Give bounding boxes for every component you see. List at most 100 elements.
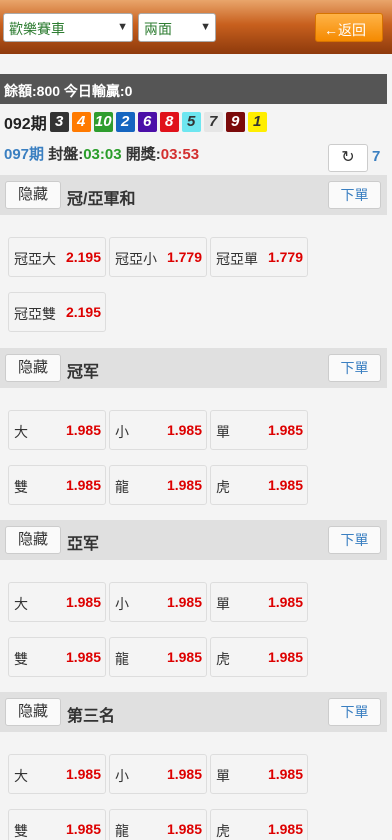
hide-button[interactable]: 隐藏: [5, 698, 61, 726]
order-button[interactable]: 下單: [328, 354, 381, 382]
bet-option-odds: 1.985: [166, 477, 202, 493]
section-title: 第三名: [67, 708, 116, 725]
bet-option-odds: 1.985: [65, 821, 101, 837]
section-title: 冠/亞軍和: [67, 191, 136, 208]
bet-option-odds: 1.779: [166, 249, 202, 265]
draw-ball: 7: [203, 112, 223, 132]
section-title: 冠军: [67, 364, 100, 381]
refresh-countdown: 7: [372, 148, 381, 165]
current-period: 097期: [4, 146, 45, 163]
hide-button[interactable]: 隐藏: [5, 354, 61, 382]
draw-ball: 3: [49, 112, 69, 132]
close-time: 03:03: [83, 146, 122, 163]
mode-select-value: 兩面: [144, 21, 172, 37]
bet-option-odds: 1.985: [65, 594, 101, 610]
bet-option-label: 小: [115, 596, 129, 612]
bet-option-label: 冠亞大: [14, 251, 56, 267]
balance-bar: 餘額:800 今日輸贏:0: [0, 74, 387, 104]
bet-option[interactable]: 雙 1.985: [8, 465, 106, 505]
mode-select[interactable]: 兩面 ▼: [138, 13, 216, 42]
bet-option-label: 雙: [14, 823, 28, 839]
bet-option-label: 虎: [216, 823, 230, 839]
bet-option-odds: 1.985: [267, 422, 303, 438]
bet-option-label: 小: [115, 424, 129, 440]
bet-option-odds: 1.985: [166, 821, 202, 837]
bet-option[interactable]: 小 1.985: [109, 582, 207, 622]
bet-option-odds: 1.985: [166, 766, 202, 782]
bet-option-label: 單: [216, 424, 230, 440]
order-button[interactable]: 下單: [328, 698, 381, 726]
section-header: 隐藏 冠/亞軍和 下單: [0, 175, 387, 215]
bet-option[interactable]: 冠亞單 1.779: [210, 237, 308, 277]
bet-option[interactable]: 小 1.985: [109, 754, 207, 794]
bet-option[interactable]: 大 1.985: [8, 582, 106, 622]
bet-option[interactable]: 虎 1.985: [210, 809, 308, 840]
bet-option-odds: 2.195: [65, 249, 101, 265]
draw-ball: 6: [137, 112, 157, 132]
bet-option[interactable]: 龍 1.985: [109, 465, 207, 505]
bet-option[interactable]: 小 1.985: [109, 410, 207, 450]
bet-option[interactable]: 虎 1.985: [210, 465, 308, 505]
bet-option-odds: 1.985: [166, 649, 202, 665]
bet-option[interactable]: 單 1.985: [210, 754, 308, 794]
bet-option-odds: 1.985: [65, 766, 101, 782]
draw-ball: 9: [225, 112, 245, 132]
bet-option-label: 大: [14, 768, 28, 784]
chevron-down-icon: ▼: [117, 21, 128, 33]
hide-button[interactable]: 隐藏: [5, 181, 61, 209]
bet-option[interactable]: 雙 1.985: [8, 809, 106, 840]
open-label: 開獎:: [125, 146, 161, 163]
bet-option-odds: 1.985: [166, 422, 202, 438]
game-select[interactable]: 歡樂賽車 ▼: [3, 13, 133, 42]
current-period-info: 097期 封盤:03:03 開獎:03:53: [4, 143, 199, 164]
bet-option-label: 雙: [14, 651, 28, 667]
refresh-icon: ↻: [341, 149, 355, 166]
bet-option-label: 龍: [115, 479, 129, 495]
bet-option[interactable]: 大 1.985: [8, 754, 106, 794]
top-bar: 歡樂賽車 ▼ 兩面 ▼ ←返回: [0, 0, 392, 54]
bet-option-label: 大: [14, 424, 28, 440]
bet-option[interactable]: 龍 1.985: [109, 809, 207, 840]
section-title: 亞军: [67, 536, 100, 553]
order-button[interactable]: 下單: [328, 181, 381, 209]
bet-option-label: 虎: [216, 651, 230, 667]
open-time: 03:53: [160, 146, 200, 163]
hide-button[interactable]: 隐藏: [5, 526, 61, 554]
bet-option[interactable]: 大 1.985: [8, 410, 106, 450]
draw-ball: 4: [71, 112, 91, 132]
bet-option-label: 冠亞小: [115, 251, 157, 267]
draw-ball: 8: [159, 112, 179, 132]
bet-option[interactable]: 虎 1.985: [210, 637, 308, 677]
bet-option[interactable]: 冠亞雙 2.195: [8, 292, 106, 332]
bet-option-odds: 1.985: [267, 477, 303, 493]
bet-option[interactable]: 單 1.985: [210, 582, 308, 622]
bet-option[interactable]: 龍 1.985: [109, 637, 207, 677]
bet-option-odds: 1.985: [267, 649, 303, 665]
close-label: 封盤:: [48, 146, 84, 163]
draw-ball: 5: [181, 112, 201, 132]
bet-option-label: 冠亞雙: [14, 306, 56, 322]
bet-option[interactable]: 冠亞小 1.779: [109, 237, 207, 277]
game-select-value: 歡樂賽車: [9, 21, 65, 37]
bet-option[interactable]: 冠亞大 2.195: [8, 237, 106, 277]
bet-option[interactable]: 雙 1.985: [8, 637, 106, 677]
bet-option-odds: 2.195: [65, 304, 101, 320]
bet-option-label: 虎: [216, 479, 230, 495]
chevron-down-icon: ▼: [200, 21, 211, 33]
bet-option-odds: 1.779: [267, 249, 303, 265]
back-button[interactable]: ←返回: [315, 13, 383, 42]
section-header: 隐藏 第三名 下單: [0, 692, 387, 732]
draw-ball: 10: [93, 112, 113, 132]
bet-option-label: 單: [216, 768, 230, 784]
bet-option-odds: 1.985: [65, 649, 101, 665]
bet-option-label: 小: [115, 768, 129, 784]
bet-option-label: 冠亞單: [216, 251, 258, 267]
bet-option-odds: 1.985: [166, 594, 202, 610]
refresh-button[interactable]: ↻: [328, 144, 368, 172]
bet-option-label: 大: [14, 596, 28, 612]
bet-option-odds: 1.985: [267, 766, 303, 782]
bet-option[interactable]: 單 1.985: [210, 410, 308, 450]
order-button[interactable]: 下單: [328, 526, 381, 554]
bet-option-odds: 1.985: [65, 477, 101, 493]
bet-option-label: 單: [216, 596, 230, 612]
